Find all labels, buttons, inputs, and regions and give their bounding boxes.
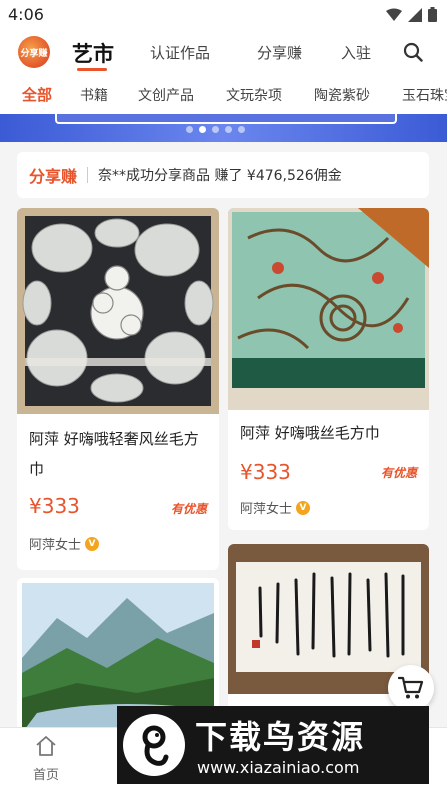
product-image	[228, 208, 429, 410]
top-tab-certified[interactable]: 认证作品	[150, 42, 210, 63]
watermark-logo	[123, 714, 185, 776]
product-card[interactable]: 阿萍 好嗨哦轻奢风丝毛方巾 ¥333 有优惠 阿萍女士 V	[17, 208, 219, 570]
category-ceramics[interactable]: 陶瓷紫砂	[314, 85, 370, 105]
tab-home-label: 首页	[32, 768, 59, 783]
active-tab-indicator	[77, 68, 107, 71]
product-image	[17, 208, 219, 414]
scarf-image-1	[17, 208, 219, 414]
cart-button[interactable]	[388, 665, 434, 711]
status-time: 4:06	[8, 5, 44, 24]
banner-pagination	[186, 126, 245, 133]
category-tabs: 全部 书籍 文创产品 文玩杂项 陶瓷紫砂 玉石珠宝	[0, 76, 447, 114]
wifi-icon	[386, 8, 402, 21]
category-cultural-products[interactable]: 文创产品	[138, 85, 194, 105]
top-nav: 分享赚 艺市 认证作品 分享赚 入驻	[0, 30, 447, 76]
promo-banner[interactable]	[0, 114, 447, 142]
banner-dot	[186, 126, 193, 133]
watermark-overlay: 下载鸟资源 www.xiazainiao.com	[117, 706, 429, 784]
top-tab-join[interactable]: 入驻	[341, 42, 371, 63]
category-all[interactable]: 全部	[22, 84, 52, 105]
category-jade-jewelry[interactable]: 玉石珠宝	[402, 85, 447, 105]
scarf-image-2	[228, 208, 429, 410]
battery-icon	[428, 7, 437, 22]
divider	[87, 167, 89, 183]
status-icons	[386, 7, 437, 22]
share-earn-ticker[interactable]: 分享赚 奈**成功分享商品 赚了 ¥476,526佣金	[17, 152, 429, 198]
tab-home[interactable]: 首页	[26, 736, 66, 783]
bird-logo-icon	[142, 725, 169, 766]
search-icon	[403, 42, 423, 62]
seller-info[interactable]: 阿萍女士 V	[29, 534, 100, 553]
verified-badge-icon: V	[85, 536, 100, 551]
category-collectibles[interactable]: 文玩杂项	[226, 85, 282, 105]
logo-text: 分享赚	[20, 48, 48, 59]
cart-icon	[398, 676, 424, 699]
banner-dot	[225, 126, 232, 133]
search-button[interactable]	[403, 42, 423, 66]
seller-name: 阿萍女士	[29, 538, 82, 553]
product-card[interactable]: 阿萍 好嗨哦丝毛方巾 ¥333 有优惠 阿萍女士 V	[228, 208, 429, 530]
signal-icon	[408, 7, 422, 22]
status-bar: 4:06	[0, 0, 447, 30]
product-title: 阿萍 好嗨哦丝毛方巾	[240, 424, 380, 442]
top-tab-yishi[interactable]: 艺市	[72, 38, 114, 68]
banner-card	[55, 114, 397, 124]
seller-name: 阿萍女士	[240, 502, 293, 517]
discount-badge: 有优惠	[380, 466, 417, 480]
product-title: 阿萍 好嗨哦轻奢风丝毛方巾	[29, 430, 199, 478]
banner-dot-active	[199, 126, 206, 133]
discount-badge: 有优惠	[170, 502, 207, 516]
banner-dot	[238, 126, 245, 133]
verified-badge-icon: V	[296, 500, 311, 515]
top-tab-share-earn[interactable]: 分享赚	[257, 42, 302, 63]
watermark-title: 下载鸟资源	[195, 718, 366, 756]
share-ticker-text: 奈**成功分享商品 赚了 ¥476,526佣金	[98, 168, 342, 184]
share-ticker-title: 分享赚	[29, 167, 78, 186]
app-screen: 4:06 分享赚 艺市 认证作品 分享赚 入驻 全部 书籍 文创产品 文玩杂项 …	[0, 0, 447, 794]
banner-dot	[212, 126, 219, 133]
product-price: ¥333	[240, 460, 291, 484]
watermark-url: www.xiazainiao.com	[197, 758, 360, 777]
app-logo[interactable]: 分享赚	[18, 36, 50, 68]
home-icon	[36, 736, 56, 756]
category-books[interactable]: 书籍	[80, 85, 108, 105]
product-price: ¥333	[29, 494, 80, 518]
seller-info[interactable]: 阿萍女士 V	[240, 498, 311, 517]
